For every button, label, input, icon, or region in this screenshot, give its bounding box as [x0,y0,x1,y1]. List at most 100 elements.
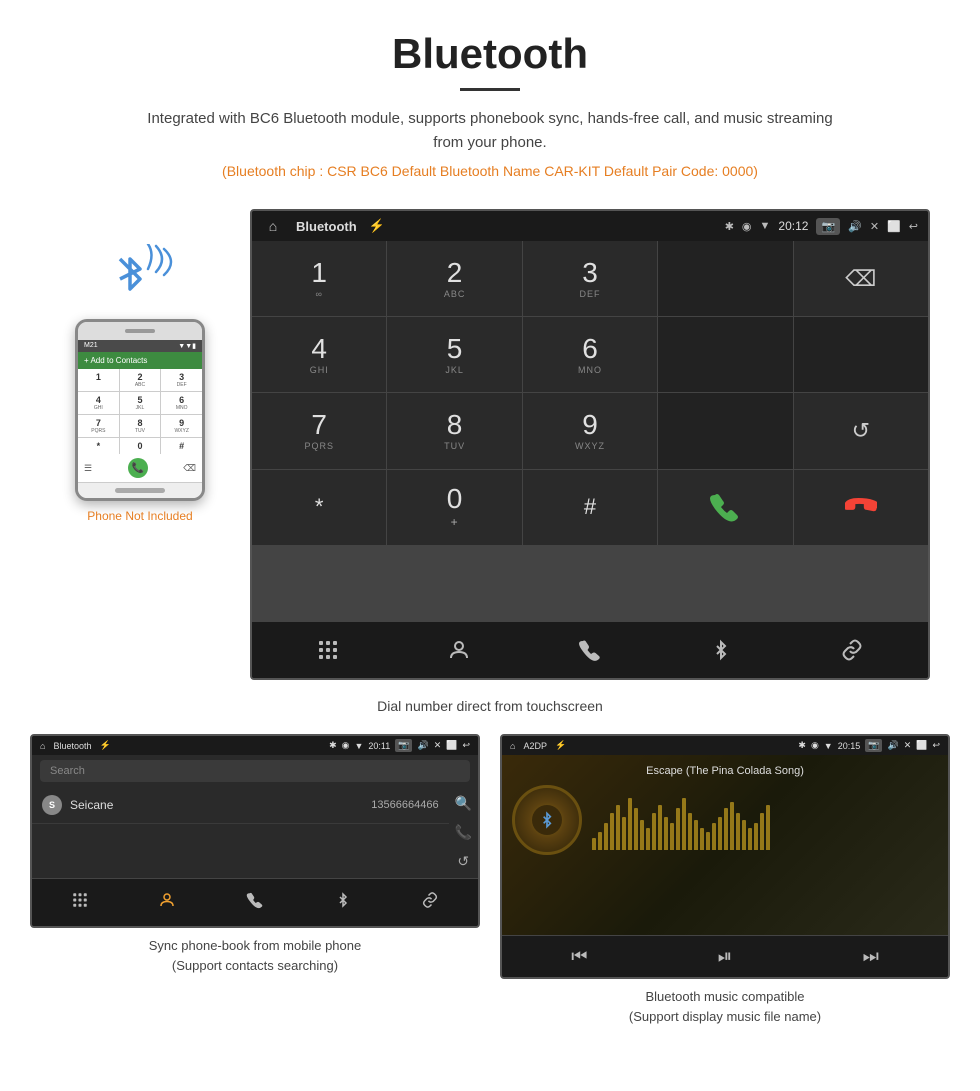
hu-camera-icon[interactable]: 📷 [816,218,840,235]
pb-call-right-icon[interactable]: 📞 [455,824,472,841]
phone-icon [578,638,602,662]
dial-key-3[interactable]: 3DEF [523,241,657,316]
phone-key-5[interactable]: 5JKL [120,392,161,414]
music-next-button[interactable]: ⏭ [863,946,879,967]
hu-time: 20:12 [778,219,808,233]
dial-key-empty-3 [794,317,928,392]
dial-key-9[interactable]: 9WXYZ [523,393,657,468]
phone-key-6[interactable]: 6MNO [161,392,202,414]
hu-home-button[interactable]: ⌂ [262,215,284,237]
phone-key-1[interactable]: 1 [78,369,119,391]
music-play-pause-button[interactable]: ⏯ [718,946,732,967]
viz-bar [712,823,716,850]
music-prev-button[interactable]: ⏮ [571,946,587,967]
toolbar-bluetooth-button[interactable] [693,632,749,668]
music-caption-line2: (Support display music file name) [629,1009,821,1024]
dial-key-2[interactable]: 2ABC [387,241,521,316]
phonebook-caption-line1: Sync phone-book from mobile phone [149,938,361,953]
pb-toolbar-phone[interactable] [238,887,272,918]
pb-close-icon[interactable]: ✕ [434,740,442,751]
toolbar-dialpad-button[interactable] [300,632,356,668]
phone-key-2[interactable]: 2ABC [120,369,161,391]
pb-toolbar-link[interactable] [413,887,447,918]
phone-key-7[interactable]: 7PQRS [78,415,119,437]
hu-window-icon[interactable]: ⬜ [887,220,901,233]
pb-home-icon[interactable]: ⌂ [40,741,45,751]
music-app-title: A2DP [523,741,547,751]
toolbar-link-button[interactable] [824,632,880,668]
phone-key-0[interactable]: 0 [120,438,161,454]
hu-back-icon[interactable]: ↩ [909,220,918,233]
pb-toolbar-contacts[interactable] [150,887,184,918]
pb-back-icon[interactable]: ↩ [462,740,470,751]
hu-close-icon[interactable]: ✕ [870,220,879,233]
viz-bar [706,832,710,850]
viz-bar [640,820,644,850]
hu-toolbar [252,621,928,678]
phonebook-caption: Sync phone-book from mobile phone (Suppo… [149,936,361,975]
dial-key-4[interactable]: 4GHI [252,317,386,392]
dial-key-star[interactable]: * [252,470,386,545]
music-back-icon[interactable]: ↩ [932,740,940,751]
phone-not-included-label: Phone Not Included [87,509,192,523]
pb-window-icon[interactable]: ⬜ [446,740,457,751]
phone-key-hash[interactable]: # [161,438,202,454]
call-green-icon [709,491,741,523]
dial-key-1[interactable]: 1∞ [252,241,386,316]
dial-key-6[interactable]: 6MNO [523,317,657,392]
music-song-title: Escape (The Pina Colada Song) [646,765,804,777]
phone-key-9[interactable]: 9WXYZ [161,415,202,437]
music-window-icon[interactable]: ⬜ [916,740,927,751]
phone-key-star[interactable]: * [78,438,119,454]
pb-refresh-right-icon[interactable]: ↺ [457,853,469,870]
specs-line: (Bluetooth chip : CSR BC6 Default Blueto… [20,163,960,179]
page-title: Bluetooth [20,30,960,78]
music-volume-icon[interactable]: 🔊 [887,740,898,751]
pb-content-area: S Seicane 13566664466 🔍 📞 ↺ [32,787,478,878]
pb-search-right-icon[interactable]: 🔍 [455,795,472,812]
dial-key-backspace[interactable]: ⌫ [794,241,928,316]
pb-contact-number: 13566664466 [371,799,438,811]
music-home-icon[interactable]: ⌂ [510,741,515,751]
pb-toolbar-bluetooth[interactable] [326,887,360,918]
pb-search-placeholder: Search [50,765,85,777]
music-close-icon[interactable]: ✕ [904,740,912,751]
viz-bar [736,813,740,851]
phone-status-bar: M21 ▼▼▮ [78,340,202,352]
dial-key-call-green[interactable] [658,470,792,545]
pb-camera-icon[interactable]: 📷 [395,739,412,752]
viz-bar [700,828,704,851]
phone-call-button[interactable]: 📞 [128,458,148,478]
toolbar-phone-button[interactable] [562,632,618,668]
pb-search-bar[interactable]: Search [40,760,470,782]
viz-bar [682,798,686,851]
hu-volume-icon[interactable]: 🔊 [848,220,862,233]
phone-speaker [125,329,155,333]
viz-bar [760,813,764,851]
music-visualizer [592,790,938,850]
dial-key-7[interactable]: 7PQRS [252,393,386,468]
music-status-left: ⌂ A2DP ⚡ [510,740,566,751]
hu-dialpad-grid: 1∞ 2ABC 3DEF ⌫ 4GHI 5JKL 6MNO [252,241,928,621]
phone-key-4[interactable]: 4GHI [78,392,119,414]
pb-toolbar-dialpad[interactable] [63,887,97,918]
pb-contact-row[interactable]: S Seicane 13566664466 [32,787,449,824]
music-caption-line1: Bluetooth music compatible [646,989,805,1004]
main-screenshot-section: M21 ▼▼▮ + Add to Contacts 1 2ABC 3DEF 4G… [0,209,980,680]
pb-status-right: ✱ ◉ ▼ 20:11 📷 🔊 ✕ ⬜ ↩ [329,739,470,752]
music-camera-icon[interactable]: 📷 [865,739,882,752]
dial-key-0[interactable]: 0+ [387,470,521,545]
dial-key-call-red[interactable] [794,470,928,545]
dial-key-5[interactable]: 5JKL [387,317,521,392]
album-art-inner [532,805,562,835]
phone-key-8[interactable]: 8TUV [120,415,161,437]
phone-key-3[interactable]: 3DEF [161,369,202,391]
toolbar-contacts-button[interactable] [431,632,487,668]
pb-location-icon: ◉ [342,740,350,751]
dial-key-8[interactable]: 8TUV [387,393,521,468]
dial-key-hash[interactable]: # [523,470,657,545]
pb-volume-icon[interactable]: 🔊 [417,740,428,751]
music-time: 20:15 [838,741,861,751]
music-toolbar: ⏮ ⏯ ⏭ [502,935,948,977]
dial-key-refresh[interactable]: ↺ [794,393,928,468]
